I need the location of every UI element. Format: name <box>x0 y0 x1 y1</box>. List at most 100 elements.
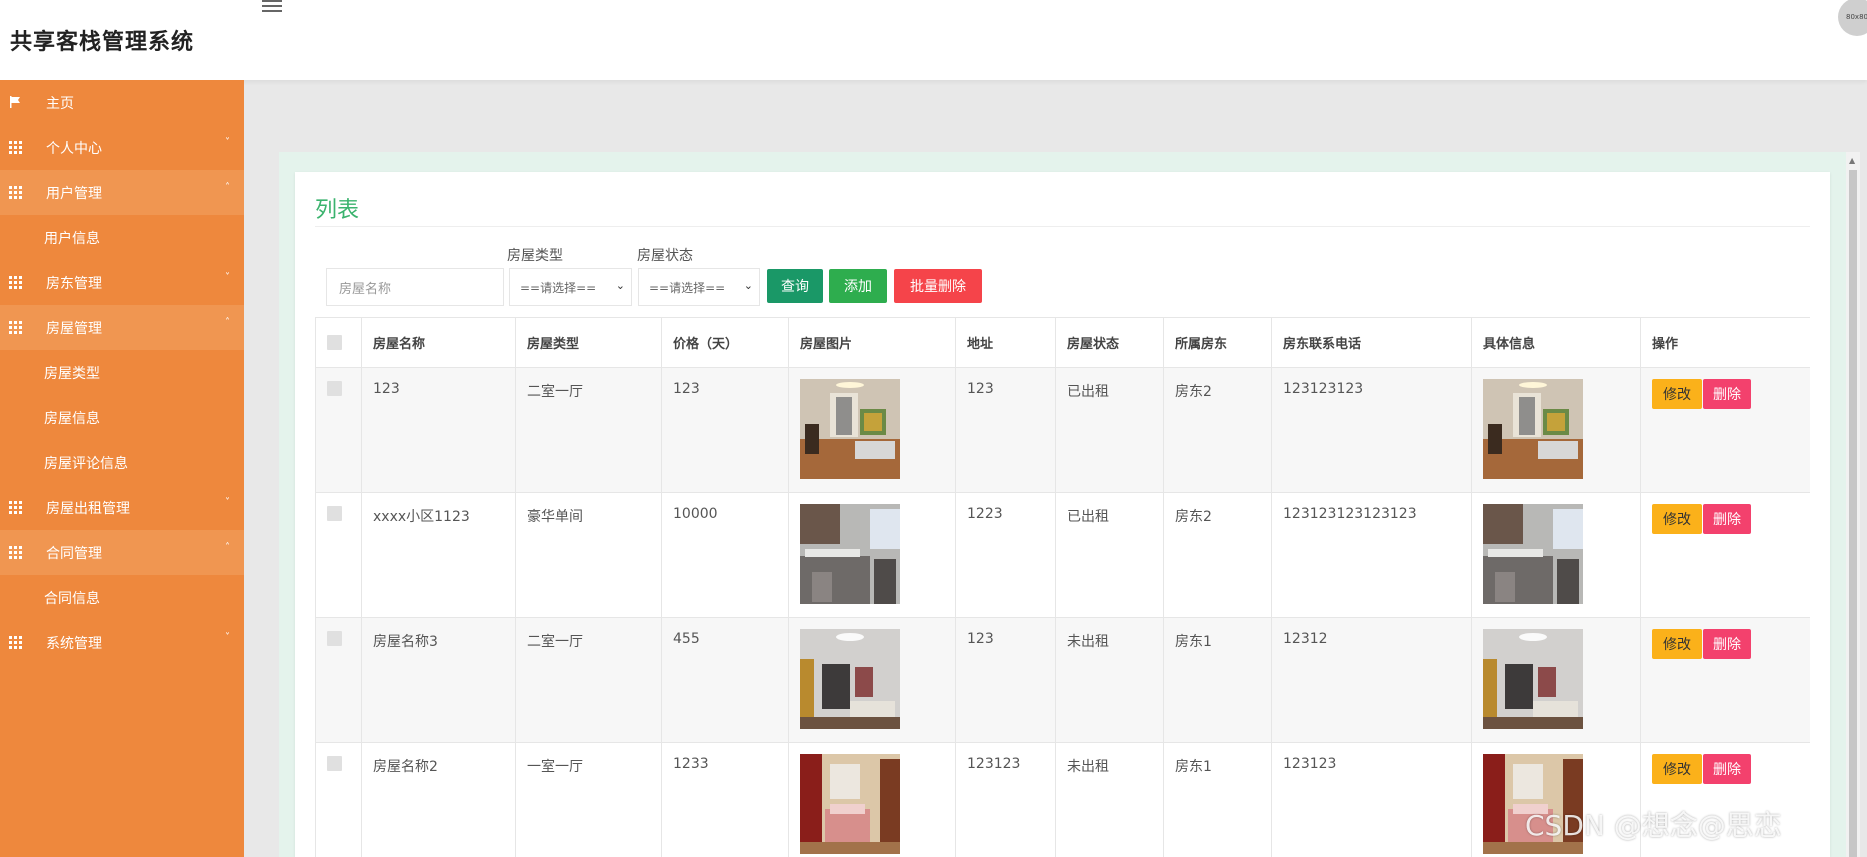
phone-cell: 123123 <box>1271 742 1472 857</box>
house-type-cell: 二室一厅 <box>515 367 662 493</box>
house-type-cell: 豪华单间 <box>515 492 662 618</box>
house-photo[interactable] <box>800 379 944 479</box>
sidebar-item-5[interactable]: 房屋管理 ˄ <box>0 305 244 350</box>
scrollbar-thumb[interactable] <box>1849 170 1857 857</box>
column-header: 地址 <box>955 317 1056 368</box>
chevron-down-icon: ⌄ <box>743 279 753 292</box>
grid-icon <box>9 276 23 289</box>
house-type-cell: 二室一厅 <box>515 617 662 743</box>
house-table: 房屋名称 房屋类型 价格（天） 房屋图片 地址 房屋状态 所属房东 房东联系电话… <box>315 317 1810 857</box>
house-name-cell: 123 <box>361 367 516 493</box>
table-header-row: 房屋名称 房屋类型 价格（天） 房屋图片 地址 房屋状态 所属房东 房东联系电话… <box>315 317 1810 368</box>
photo-cell <box>788 742 956 857</box>
column-header: 所属房东 <box>1163 317 1272 368</box>
sidebar-item-10[interactable]: 合同管理 ˄ <box>0 530 244 575</box>
house-type-select[interactable]: ==请选择== ⌄ <box>509 268 632 306</box>
edit-button[interactable]: 修改 <box>1652 629 1702 659</box>
price-cell: 123 <box>661 367 789 493</box>
house-status-select[interactable]: ==请选择== ⌄ <box>638 268 760 306</box>
user-avatar[interactable]: 80x80 <box>1838 0 1867 36</box>
address-cell: 1223 <box>955 492 1056 618</box>
delete-button[interactable]: 删除 <box>1703 629 1751 659</box>
actions-cell: 修改 删除 <box>1640 367 1810 493</box>
sidebar-item-label: 用户信息 <box>44 230 100 247</box>
column-header: 房屋状态 <box>1055 317 1164 368</box>
detail-photo[interactable] <box>1483 629 1629 729</box>
avatar-text: 80x80 <box>1846 13 1867 21</box>
sidebar-item-label: 房屋评论信息 <box>44 455 128 472</box>
batch-delete-button[interactable]: 批量删除 <box>894 269 982 303</box>
sidebar-item-8[interactable]: 房屋评论信息 <box>0 440 244 485</box>
landlord-cell: 房东2 <box>1163 492 1272 618</box>
table-row: 123 二室一厅 123 123 已出租 房东2 123123123 修改 删除 <box>315 367 1810 493</box>
select-all-cell <box>315 317 362 368</box>
status-cell: 已出租 <box>1055 492 1164 618</box>
vertical-scrollbar[interactable]: ▲ <box>1846 152 1860 857</box>
row-checkbox[interactable] <box>327 631 342 646</box>
column-header: 房屋类型 <box>515 317 662 368</box>
sidebar-item-7[interactable]: 房屋信息 <box>0 395 244 440</box>
sidebar-item-0[interactable]: 主页 <box>0 80 244 125</box>
sidebar: 主页 个人中心 ˅ 用户管理 ˄ 用户信息 房东管理 ˅ 房屋管理 ˄ 房屋类型 房屋信息 房屋评论信息… <box>0 80 244 857</box>
row-select-cell <box>315 617 362 743</box>
delete-button[interactable]: 删除 <box>1703 504 1751 534</box>
add-button[interactable]: 添加 <box>829 269 887 303</box>
row-select-cell <box>315 492 362 618</box>
sidebar-item-3[interactable]: 用户信息 <box>0 215 244 260</box>
sidebar-item-6[interactable]: 房屋类型 <box>0 350 244 395</box>
row-checkbox[interactable] <box>327 381 342 396</box>
house-name-cell: 房屋名称3 <box>361 617 516 743</box>
select-all-checkbox[interactable] <box>327 335 342 350</box>
house-photo[interactable] <box>800 504 944 604</box>
sidebar-item-label: 房屋出租管理 <box>46 500 130 517</box>
sidebar-item-12[interactable]: 系统管理 ˅ <box>0 620 244 665</box>
edit-button[interactable]: 修改 <box>1652 754 1702 784</box>
sidebar-item-2[interactable]: 用户管理 ˄ <box>0 170 244 215</box>
column-header: 房屋图片 <box>788 317 956 368</box>
grid-icon <box>9 546 23 559</box>
table-row: 房屋名称3 二室一厅 455 123 未出租 房东1 12312 修改 删除 <box>315 617 1810 743</box>
chevron-down-icon: ˅ <box>225 632 230 643</box>
card-title: 列表 <box>315 198 360 223</box>
address-cell: 123 <box>955 617 1056 743</box>
scroll-up-icon[interactable]: ▲ <box>1849 156 1855 165</box>
column-header: 房东联系电话 <box>1271 317 1472 368</box>
photo-cell <box>788 367 956 493</box>
row-checkbox[interactable] <box>327 506 342 521</box>
menu-toggle-icon[interactable] <box>262 0 284 14</box>
edit-button[interactable]: 修改 <box>1652 379 1702 409</box>
sidebar-item-9[interactable]: 房屋出租管理 ˅ <box>0 485 244 530</box>
photo-cell <box>788 617 956 743</box>
divider <box>315 226 1810 227</box>
delete-button[interactable]: 删除 <box>1703 379 1751 409</box>
sidebar-item-11[interactable]: 合同信息 <box>0 575 244 620</box>
price-cell: 10000 <box>661 492 789 618</box>
price-cell: 455 <box>661 617 789 743</box>
sidebar-item-4[interactable]: 房东管理 ˅ <box>0 260 244 305</box>
watermark: CSDN @想念@思恋 <box>1525 809 1782 842</box>
phone-cell: 123123123123123 <box>1271 492 1472 618</box>
sidebar-item-label: 房东管理 <box>46 275 102 292</box>
detail-photo[interactable] <box>1483 379 1629 479</box>
sidebar-item-1[interactable]: 个人中心 ˅ <box>0 125 244 170</box>
landlord-cell: 房东2 <box>1163 367 1272 493</box>
detail-cell <box>1471 367 1641 493</box>
address-cell: 123123 <box>955 742 1056 857</box>
query-button[interactable]: 查询 <box>767 269 823 303</box>
row-checkbox[interactable] <box>327 756 342 771</box>
house-photo[interactable] <box>800 629 944 729</box>
actions-cell: 修改 删除 <box>1640 617 1810 743</box>
column-header: 价格（天） <box>661 317 789 368</box>
grid-icon <box>9 141 23 154</box>
house-name-input[interactable]: 房屋名称 <box>326 268 504 306</box>
price-cell: 1233 <box>661 742 789 857</box>
chevron-down-icon: ˅ <box>225 137 230 148</box>
delete-button[interactable]: 删除 <box>1703 754 1751 784</box>
house-photo[interactable] <box>800 754 944 854</box>
house-type-selected: ==请选择== <box>520 280 597 295</box>
house-type-label: 房屋类型 <box>507 248 563 264</box>
detail-photo[interactable] <box>1483 504 1629 604</box>
landlord-cell: 房东1 <box>1163 617 1272 743</box>
edit-button[interactable]: 修改 <box>1652 504 1702 534</box>
sidebar-item-label: 个人中心 <box>46 140 102 157</box>
